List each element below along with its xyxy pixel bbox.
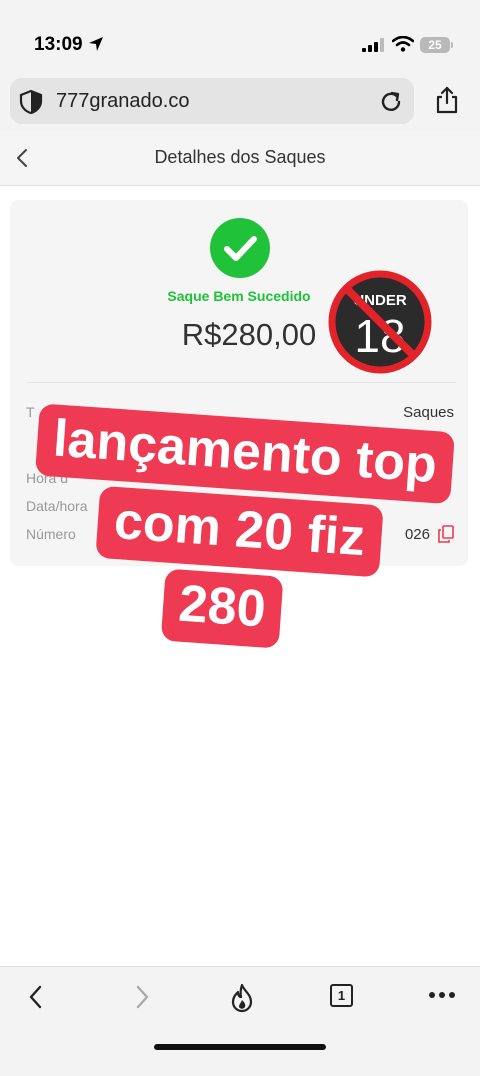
back-icon[interactable] bbox=[24, 983, 48, 1011]
home-indicator bbox=[154, 1044, 326, 1050]
forward-icon[interactable] bbox=[130, 983, 154, 1011]
more-icon[interactable] bbox=[428, 991, 456, 999]
fire-icon[interactable] bbox=[229, 983, 255, 1013]
browser-toolbar: 1 bbox=[0, 966, 480, 1076]
tabs-button[interactable]: 1 bbox=[330, 984, 353, 1007]
caption-overlay: lançamento top com 20 fiz 280 bbox=[0, 0, 480, 1076]
